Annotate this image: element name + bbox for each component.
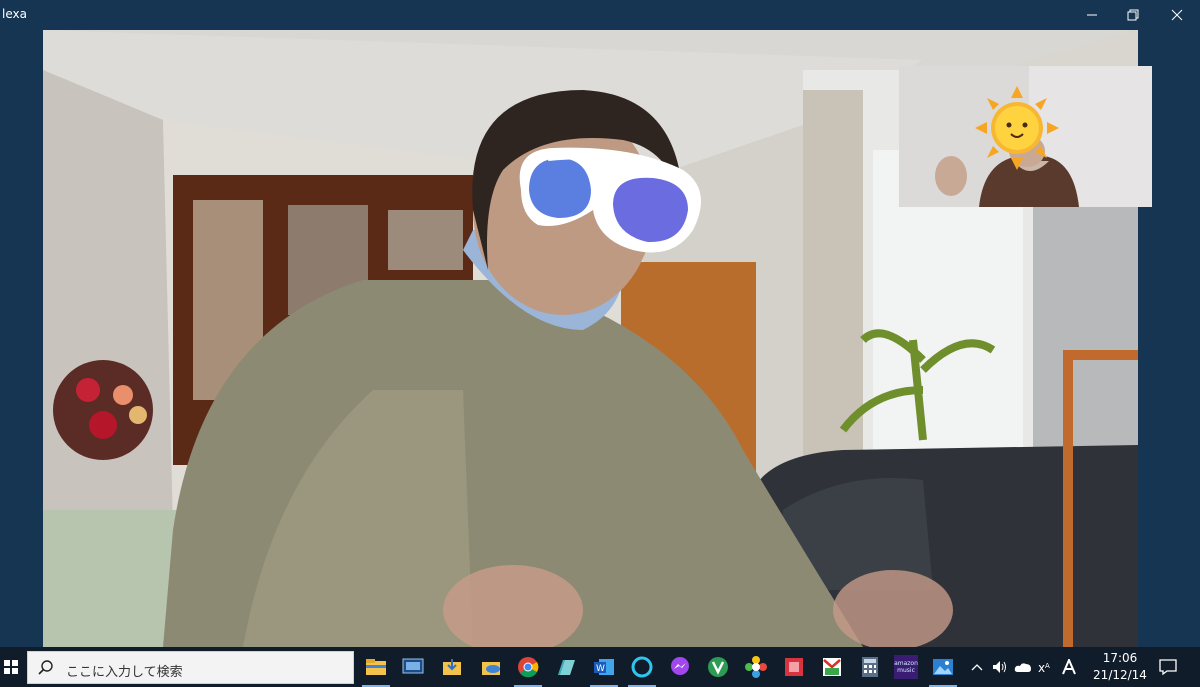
amazon-music-label: amazon music	[894, 660, 918, 674]
taskbar-onedrive-folder[interactable]	[473, 647, 509, 687]
alexa-icon	[631, 656, 653, 678]
taskbar-notes[interactable]	[548, 647, 584, 687]
minimize-button[interactable]	[1072, 0, 1112, 30]
taskbar-downloads[interactable]	[434, 647, 470, 687]
left-margin	[0, 30, 43, 647]
taskbar-messenger[interactable]	[662, 647, 698, 687]
note-icon	[558, 660, 575, 675]
calculator-icon	[862, 657, 878, 677]
taskbar-word[interactable]: W	[586, 647, 622, 687]
folder-icon	[366, 659, 386, 675]
taskbar-photo-gallery[interactable]	[925, 647, 961, 687]
download-folder-icon	[443, 659, 461, 675]
landscape-photo-icon	[933, 659, 953, 675]
close-button[interactable]	[1157, 0, 1197, 30]
flower-icon	[745, 656, 767, 678]
tray-expand-button[interactable]	[966, 647, 988, 687]
restore-button[interactable]	[1113, 0, 1153, 30]
start-button[interactable]	[0, 647, 22, 687]
monitor-photo-icon	[402, 658, 424, 674]
ime-x-icon: xA	[1038, 661, 1050, 674]
amazon-music-icon: amazon music	[894, 655, 918, 679]
window-title: lexa	[2, 7, 27, 21]
adobe-icon	[1062, 659, 1076, 675]
taskbar-red-app[interactable]	[776, 647, 812, 687]
vivaldi-icon	[708, 657, 728, 677]
taskbar-amazon-music[interactable]: amazon music	[888, 647, 924, 687]
taskbar: ここに入力して検索 W amazon music x A 17:06 21/12…	[0, 647, 1200, 687]
mail-photo-icon	[823, 658, 841, 676]
taskbar-sunflower-app[interactable]	[738, 647, 774, 687]
close-icon	[1171, 9, 1183, 21]
taskbar-file-explorer[interactable]	[358, 647, 394, 687]
taskbar-vivaldi[interactable]	[700, 647, 736, 687]
minimize-icon	[1087, 14, 1097, 16]
search-icon	[38, 660, 53, 675]
title-bar: lexa	[0, 0, 1200, 30]
self-view-scene	[899, 66, 1152, 207]
red-grid-icon	[785, 658, 803, 676]
taskbar-clock[interactable]: 17:06 21/12/14	[1086, 650, 1154, 684]
windows-icon	[4, 660, 18, 674]
taskbar-photos-viewer[interactable]	[395, 647, 431, 687]
taskbar-gmail-photo[interactable]	[814, 647, 850, 687]
search-placeholder: ここに入力して検索	[66, 665, 183, 680]
tray-volume[interactable]	[990, 647, 1010, 687]
notification-icon	[1159, 659, 1177, 675]
svg-text:W: W	[596, 664, 605, 674]
restore-icon	[1127, 9, 1139, 21]
tray-ime[interactable]: xA	[1036, 647, 1054, 687]
taskbar-search-box[interactable]: ここに入力して検索	[27, 651, 354, 684]
cloud-folder-icon	[482, 662, 500, 675]
taskbar-calculator[interactable]	[852, 647, 888, 687]
messenger-icon	[671, 657, 689, 675]
notification-button[interactable]	[1155, 647, 1181, 687]
svg-text:A: A	[1045, 662, 1050, 670]
clock-date: 21/12/14	[1093, 668, 1147, 682]
chevron-up-icon	[971, 664, 983, 671]
taskbar-alexa[interactable]	[624, 647, 660, 687]
cloud-icon	[1014, 663, 1031, 672]
speaker-icon	[993, 661, 1006, 673]
tray-adobe[interactable]	[1058, 647, 1080, 687]
clock-time: 17:06	[1102, 651, 1138, 665]
taskbar-chrome[interactable]	[510, 647, 546, 687]
tray-onedrive[interactable]	[1012, 647, 1034, 687]
self-view-video[interactable]	[899, 66, 1152, 207]
word-icon: W	[594, 659, 614, 675]
chrome-icon	[518, 657, 539, 678]
